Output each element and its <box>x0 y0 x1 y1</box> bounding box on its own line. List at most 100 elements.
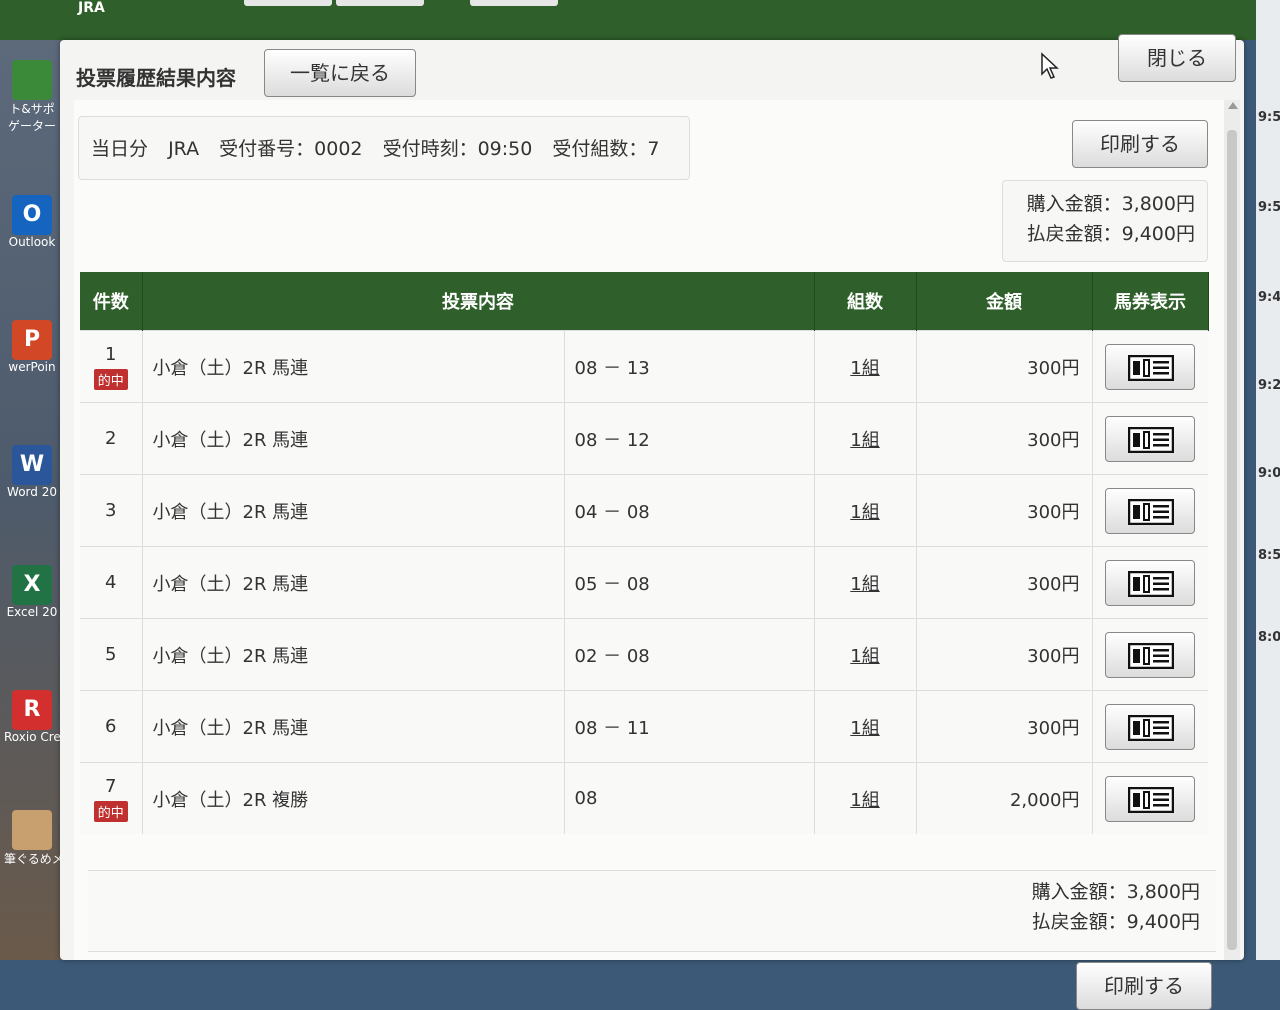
background-tab[interactable] <box>336 0 424 6</box>
summary-bottom: 購入金額：3,800円 払戻金額：9,400円 <box>1032 877 1200 937</box>
excel-icon: X <box>12 565 52 605</box>
org-label: JRA <box>168 138 200 160</box>
desktop-shortcut[interactable]: 筆ぐるめメ <box>4 810 60 867</box>
receipt-info-box: 当日分 JRA 受付番号：0002 受付時刻：09:50 受付組数：7 <box>78 116 690 180</box>
bet-history-result-dialog: 投票履歴結果内容 一覧に戻る 閉じる 当日分 JRA 受付番号：0002 受付時… <box>60 34 1244 1010</box>
sets-link[interactable]: 1組 <box>850 430 879 451</box>
header-count: 件数 <box>80 272 143 331</box>
ticket-cell <box>1092 546 1208 619</box>
print-button-top[interactable]: 印刷する <box>1072 120 1208 168</box>
sets-cell: 1組 <box>814 330 917 403</box>
race-cell: 小倉（土）2R 馬連 <box>142 330 565 403</box>
amount-cell: 300円 <box>916 474 1093 547</box>
desktop-shortcut-label: 筆ぐるめメ <box>4 852 60 866</box>
bet-table: 件数 投票内容 組数 金額 馬券表示 1 的中 小倉（土）2R 馬連 08 － 13 1… <box>80 272 1209 834</box>
hit-badge: 的中 <box>93 800 128 822</box>
ticket-cell <box>1092 618 1208 691</box>
close-button[interactable]: 閉じる <box>1118 34 1236 82</box>
header-sets: 組数 <box>814 272 917 331</box>
row-number-cell: 1 的中 <box>80 330 143 403</box>
background-time-label: 9:5 <box>1258 110 1280 125</box>
background-tab[interactable] <box>244 0 332 6</box>
sets-link[interactable]: 1組 <box>850 790 879 811</box>
row-number: 5 <box>105 644 117 665</box>
ticket-display-button[interactable] <box>1105 775 1196 822</box>
scrollbar[interactable] <box>1224 100 1240 960</box>
payout-amount: 払戻金額：9,400円 <box>1026 223 1195 245</box>
sets-cell: 1組 <box>814 474 917 547</box>
sets-link[interactable]: 1組 <box>850 574 879 595</box>
table-row: 3 小倉（土）2R 馬連 04 － 08 1組 300円 <box>80 474 1208 547</box>
row-number: 4 <box>105 572 117 593</box>
ticket-display-button[interactable] <box>1105 703 1196 750</box>
header-content: 投票内容 <box>142 272 815 331</box>
scroll-up-arrow-icon[interactable] <box>1228 102 1238 109</box>
desktop-shortcut[interactable]: W Word 20 <box>4 445 60 499</box>
sets-link[interactable]: 1組 <box>850 502 879 523</box>
combination-cell: 08 <box>564 762 815 834</box>
table-row: 4 小倉（土）2R 馬連 05 － 08 1組 300円 <box>80 546 1208 619</box>
race-cell: 小倉（土）2R 馬連 <box>142 474 565 547</box>
desktop-shortcut-sublabel: ゲーター <box>7 119 56 133</box>
row-number-cell: 4 <box>80 546 143 619</box>
combination-cell: 08 － 13 <box>564 330 815 403</box>
combination-cell: 02 － 08 <box>564 618 815 691</box>
desktop-shortcut[interactable]: ト&サポゲーター <box>4 60 60 134</box>
table-body: 1 的中 小倉（土）2R 馬連 08 － 13 1組 300円 2 小倉（土）2R 馬連 08 … <box>80 330 1208 834</box>
amount-cell: 300円 <box>916 402 1093 475</box>
combination-cell: 04 － 08 <box>564 474 815 547</box>
ticket-cell <box>1092 402 1208 475</box>
back-to-list-button[interactable]: 一覧に戻る <box>264 49 416 97</box>
table-row: 7 的中 小倉（土）2R 複勝 08 1組 2,000円 <box>80 762 1208 834</box>
desktop-shortcut-label: Excel 20 <box>6 605 58 619</box>
ticket-display-button[interactable] <box>1105 343 1196 390</box>
sets-cell: 1組 <box>814 762 917 834</box>
row-number: 2 <box>105 428 117 449</box>
desktop-shortcut[interactable]: O Outlook <box>4 195 60 249</box>
ticket-display-button[interactable] <box>1105 559 1196 606</box>
race-cell: 小倉（土）2R 馬連 <box>142 690 565 763</box>
amount-cell: 2,000円 <box>916 762 1093 834</box>
scrollbar-thumb[interactable] <box>1227 130 1237 950</box>
ticket-display-button[interactable] <box>1105 487 1196 534</box>
ticket-display-button[interactable] <box>1105 415 1196 462</box>
ticket-cell <box>1092 690 1208 763</box>
row-number: 3 <box>105 500 117 521</box>
desktop-shortcut-label: werPoin <box>8 360 56 374</box>
desktop-shortcut[interactable]: RRoxio Crea <box>4 690 60 744</box>
row-number-cell: 3 <box>80 474 143 547</box>
mouse-cursor-icon <box>1041 52 1059 79</box>
table-footer: 購入金額：3,800円 払戻金額：9,400円 <box>88 870 1216 952</box>
print-button-bottom[interactable]: 印刷する <box>1076 962 1212 1010</box>
header-ticket: 馬券表示 <box>1092 272 1209 331</box>
background-time-label: 8:5 <box>1258 548 1280 563</box>
sets-link[interactable]: 1組 <box>850 646 879 667</box>
receipt-sets: 受付組数：7 <box>552 138 660 160</box>
desktop-shortcut-label: Roxio Crea <box>4 730 60 744</box>
amount-cell: 300円 <box>916 618 1093 691</box>
purchase-amount: 購入金額：3,800円 <box>1026 193 1195 215</box>
sets-link[interactable]: 1組 <box>850 358 879 379</box>
row-number: 1 <box>105 343 117 365</box>
combination-cell: 05 － 08 <box>564 546 815 619</box>
background-time-label: 9:2 <box>1258 378 1280 393</box>
sets-cell: 1組 <box>814 402 917 475</box>
background-time-label: 9:5 <box>1258 200 1280 215</box>
ticket-display-button[interactable] <box>1105 631 1196 678</box>
desktop-shortcut[interactable]: X Excel 20 <box>4 565 60 619</box>
desktop-shortcut-label: ト&サポ <box>9 102 55 116</box>
header-amount: 金額 <box>916 272 1093 331</box>
sets-cell: 1組 <box>814 690 917 763</box>
desktop-shortcut[interactable]: PwerPoin <box>4 320 60 374</box>
background-time-label: 8:0 <box>1258 630 1280 645</box>
desktop-shortcut-label: Outlook <box>8 235 56 249</box>
receipt-number: 受付番号：0002 <box>219 138 363 160</box>
powerpoint-icon: P <box>12 320 52 360</box>
row-number-cell: 7 的中 <box>80 762 143 834</box>
race-cell: 小倉（土）2R 馬連 <box>142 546 565 619</box>
outlook-icon: O <box>12 195 52 235</box>
background-tab[interactable] <box>470 0 558 6</box>
dialog-title: 投票履歴結果内容 <box>76 66 236 90</box>
race-cell: 小倉（土）2R 馬連 <box>142 402 565 475</box>
sets-link[interactable]: 1組 <box>850 718 879 739</box>
